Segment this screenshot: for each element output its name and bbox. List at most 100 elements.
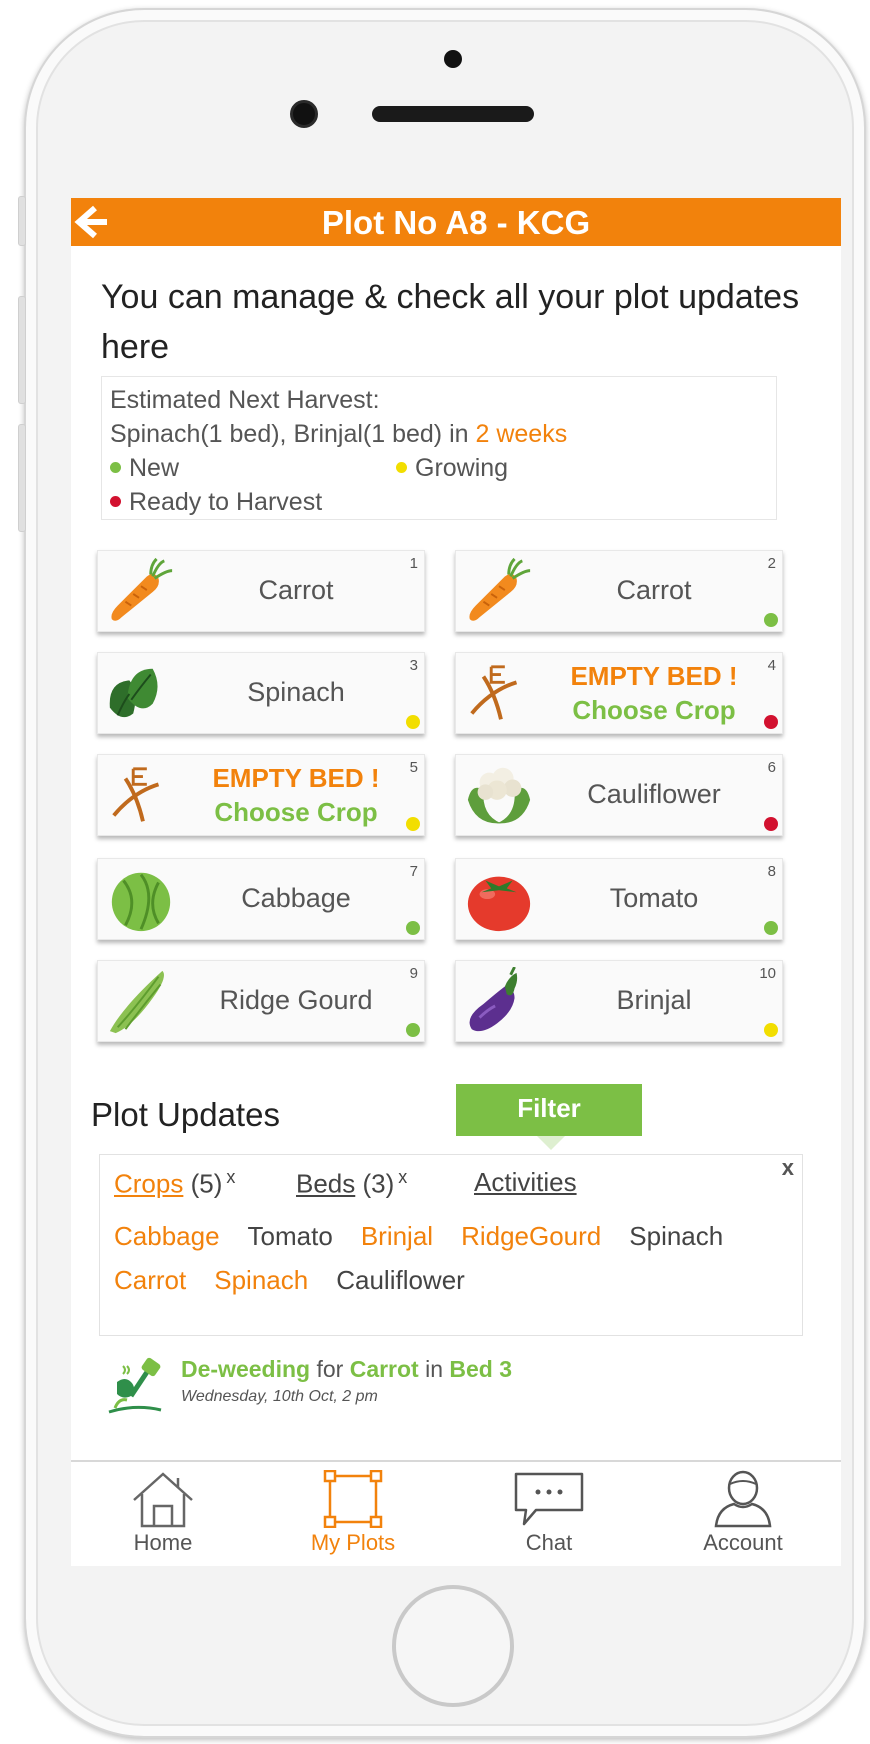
activity-time: Wednesday, 10th Oct, 2 pm [181, 1388, 378, 1405]
bed-crop-name: Tomato [609, 883, 699, 913]
activity-in: in [418, 1356, 450, 1382]
bed-crop-name: Carrot [258, 575, 334, 605]
spinach-icon [109, 668, 158, 718]
crop-filter-chip[interactable]: Carrot [114, 1265, 186, 1295]
bed-crop-name: Cauliflower [587, 779, 721, 809]
legend-label: Ready to Harvest [129, 488, 323, 516]
bed-number: 4 [767, 657, 776, 674]
intro-text: You can manage & check all your plot upd… [101, 278, 800, 366]
empty-bed-text: EMPTY BED ! [212, 763, 380, 793]
bottom-tab-bar: Home My Plots Chat Account [71, 1460, 841, 1566]
home-icon [133, 1472, 193, 1528]
proximity-sensor [444, 50, 462, 68]
bed-card-5[interactable]: EMPTY BED ! Choose Crop 5 [97, 754, 425, 836]
status-dot-icon [764, 921, 778, 935]
tab-account[interactable]: Account [673, 1470, 813, 1564]
bed-number: 9 [409, 965, 418, 982]
bed-number: 2 [767, 555, 776, 572]
status-dot-icon [764, 817, 778, 831]
status-dot-icon [406, 715, 420, 729]
plots-icon [323, 1470, 383, 1528]
filter-pointer [537, 1136, 565, 1150]
tab-my-plots[interactable]: My Plots [283, 1470, 423, 1564]
tab-crops[interactable]: Crops (5) x [114, 1167, 235, 1200]
bed-card-10[interactable]: Brinjal 10 [455, 960, 783, 1042]
activity-bed: Bed 3 [449, 1356, 513, 1382]
bed-number: 8 [767, 863, 776, 880]
app-screen: Plot No A8 - KCG You can manage & check … [71, 198, 841, 1566]
harvest-crops: Spinach(1 bed), Brinjal(1 bed) in [110, 420, 476, 448]
crop-filter-chip[interactable]: Brinjal [361, 1221, 433, 1251]
status-dot-icon [764, 715, 778, 729]
account-icon [714, 1470, 772, 1528]
bed-number: 5 [409, 759, 418, 776]
bed-number: 3 [409, 657, 418, 674]
green-dot-icon [110, 462, 121, 473]
crop-filter-chip[interactable]: Cabbage [114, 1221, 220, 1251]
tab-beds[interactable]: Beds (3) x [296, 1167, 407, 1200]
harvest-estimate-card: Estimated Next Harvest: Spinach(1 bed), … [101, 376, 777, 520]
cauliflower-icon [467, 767, 531, 824]
empty-bed-text: EMPTY BED ! [570, 661, 738, 691]
bed-card-6[interactable]: Cauliflower 6 [455, 754, 783, 836]
crop-filter-chip[interactable]: Cauliflower [336, 1265, 465, 1295]
status-dot-icon [764, 1023, 778, 1037]
tab-chat[interactable]: Chat [479, 1470, 619, 1564]
crop-filter-chip[interactable]: Tomato [248, 1221, 333, 1251]
side-button-volume-up [18, 296, 26, 404]
filter-button[interactable]: Filter [456, 1084, 642, 1136]
empty-bed-label[interactable]: EMPTY BED ! Choose Crop [546, 659, 762, 727]
bed-card-8[interactable]: Tomato 8 [455, 858, 783, 940]
harvest-label: Estimated Next Harvest: [110, 386, 380, 414]
tab-home[interactable]: Home [93, 1470, 233, 1564]
activity-action: De-weeding [181, 1356, 311, 1382]
bed-crop-name: Brinjal [616, 985, 692, 1015]
activity-item[interactable]: De-weeding for Carrot in Bed 3 Wednesday… [101, 1352, 821, 1422]
crop-filter-row: Carrot Spinach Cauliflower [114, 1265, 493, 1296]
crop-filter-chip[interactable]: Spinach [214, 1265, 308, 1295]
filter-close-button[interactable]: x [782, 1155, 794, 1181]
empty-bed-label[interactable]: EMPTY BED ! Choose Crop [188, 761, 404, 829]
legend: New Growing [110, 451, 768, 485]
tab-my-plots-label: My Plots [310, 1530, 396, 1555]
tab-activities-label: Activities [474, 1167, 577, 1197]
bed-card-1[interactable]: Carrot 1 [97, 550, 425, 632]
side-button-mute [18, 196, 26, 246]
bed-crop-name: Cabbage [241, 883, 351, 913]
deweeding-icon [108, 1357, 162, 1414]
bed-card-9[interactable]: Ridge Gourd 9 [97, 960, 425, 1042]
bed-card-4[interactable]: EMPTY BED ! Choose Crop 4 [455, 652, 783, 734]
choose-crop-link[interactable]: Choose Crop [188, 795, 404, 829]
side-button-volume-down [18, 424, 26, 532]
carrot-icon [111, 557, 173, 621]
tab-beds-label: Beds [296, 1168, 356, 1199]
legend-row-2: Ready to Harvest [110, 485, 768, 519]
choose-crop-link[interactable]: Choose Crop [546, 693, 762, 727]
tab-crops-count: (5) [190, 1168, 223, 1199]
crop-filter-chip[interactable]: Spinach [629, 1221, 723, 1251]
crop-filter-chip[interactable]: RidgeGourd [461, 1221, 601, 1251]
tab-beds-clear[interactable]: x [398, 1167, 407, 1187]
bed-number: 1 [409, 555, 418, 572]
legend-growing: Growing [396, 451, 508, 485]
bed-card-3[interactable]: Spinach 3 [97, 652, 425, 734]
crop-filter-row: Cabbage Tomato Brinjal RidgeGourd Spinach [114, 1221, 751, 1252]
chat-icon [514, 1472, 584, 1526]
status-dot-icon [406, 921, 420, 935]
activity-for: for [310, 1356, 350, 1382]
legend-ready: Ready to Harvest [110, 485, 322, 519]
yellow-dot-icon [396, 462, 407, 473]
bed-card-2[interactable]: Carrot 2 [455, 550, 783, 632]
home-button[interactable] [392, 1585, 514, 1707]
tab-beds-count: (3) [362, 1168, 395, 1199]
cabbage-icon [111, 872, 171, 932]
tab-crops-clear[interactable]: x [226, 1167, 235, 1187]
legend-label: New [129, 454, 180, 482]
top-bar: Plot No A8 - KCG [71, 198, 841, 246]
harvest-detail: Spinach(1 bed), Brinjal(1 bed) in 2 week… [110, 417, 768, 451]
bed-card-7[interactable]: Cabbage 7 [97, 858, 425, 940]
carrot-icon [469, 557, 531, 621]
status-dot-icon [406, 1023, 420, 1037]
tab-activities[interactable]: Activities [474, 1167, 577, 1198]
sprout-icon [112, 767, 160, 822]
